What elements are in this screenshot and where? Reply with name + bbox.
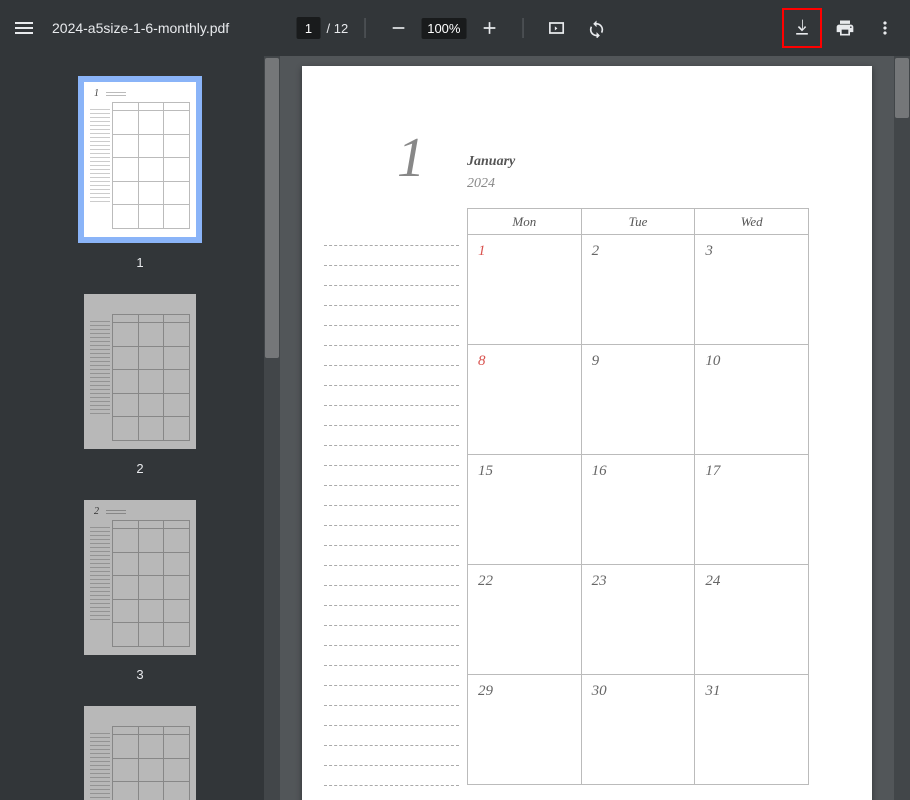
note-line: [324, 446, 459, 466]
minus-icon: [388, 18, 408, 38]
calendar-day-cell: 17: [695, 455, 809, 565]
note-line: [324, 766, 459, 786]
note-line: [324, 266, 459, 286]
sidebar-scrollbar-thumb[interactable]: [265, 58, 279, 358]
calendar-day-cell: 1: [468, 235, 582, 345]
page-thumbnail[interactable]: [84, 294, 196, 449]
calendar-day-cell: 16: [581, 455, 695, 565]
download-highlight: [782, 8, 822, 48]
print-icon: [835, 18, 855, 38]
note-line: [324, 686, 459, 706]
note-line: [324, 606, 459, 626]
download-icon: [792, 18, 812, 38]
calendar-day-cell: 10: [695, 345, 809, 455]
fit-page-button[interactable]: [539, 11, 573, 45]
note-line: [324, 426, 459, 446]
note-line: [324, 406, 459, 426]
rotate-button[interactable]: [579, 11, 613, 45]
menu-button[interactable]: [0, 4, 48, 52]
zoom-out-button[interactable]: [381, 11, 415, 45]
download-button[interactable]: [785, 11, 819, 45]
note-line: [324, 226, 459, 246]
calendar-day-cell: 15: [468, 455, 582, 565]
calendar-day-cell: 2: [581, 235, 695, 345]
zoom-in-button[interactable]: [472, 11, 506, 45]
note-line: [324, 746, 459, 766]
note-line: [324, 246, 459, 266]
page-thumbnail[interactable]: [84, 706, 196, 800]
calendar-day-cell: 29: [468, 675, 582, 785]
calendar-year: 2024: [467, 176, 495, 192]
pdf-content-area[interactable]: 1 January 2024 MonTueWed1238910151617222…: [280, 56, 910, 800]
note-line: [324, 786, 459, 800]
thumbnail-page-number: 1: [136, 255, 143, 270]
note-line: [324, 346, 459, 366]
note-line: [324, 726, 459, 746]
thumbnail-page-number: 2: [136, 461, 143, 476]
note-line: [324, 386, 459, 406]
calendar-day-cell: 3: [695, 235, 809, 345]
note-line: [324, 506, 459, 526]
content-scrollbar-track[interactable]: [894, 56, 910, 800]
calendar-day-cell: 31: [695, 675, 809, 785]
note-line: [324, 326, 459, 346]
page-total-label: / 12: [327, 21, 349, 36]
thumbnail-page-number: 3: [136, 667, 143, 682]
calendar-day-cell: 23: [581, 565, 695, 675]
zoom-level-display[interactable]: 100%: [421, 18, 466, 39]
calendar-month-name: January: [467, 154, 515, 170]
page-thumbnail[interactable]: 2: [84, 500, 196, 655]
content-scrollbar-thumb[interactable]: [895, 58, 909, 118]
note-line: [324, 646, 459, 666]
note-line: [324, 366, 459, 386]
page-thumbnail[interactable]: 1: [78, 76, 202, 243]
note-line: [324, 466, 459, 486]
calendar-grid: MonTueWed1238910151617222324293031: [467, 208, 809, 785]
note-line: [324, 486, 459, 506]
thumbnail-sidebar: 112234: [0, 56, 280, 800]
note-line: [324, 526, 459, 546]
print-button[interactable]: [828, 11, 862, 45]
note-line: [324, 666, 459, 686]
calendar-day-header: Wed: [695, 209, 809, 235]
calendar-day-header: Mon: [468, 209, 582, 235]
pdf-page: 1 January 2024 MonTueWed1238910151617222…: [302, 66, 872, 800]
toolbar-divider: [364, 18, 365, 38]
calendar-day-cell: 9: [581, 345, 695, 455]
page-number-input[interactable]: [297, 17, 321, 39]
plus-icon: [479, 18, 499, 38]
calendar-day-cell: 22: [468, 565, 582, 675]
fit-page-icon: [546, 18, 566, 38]
pdf-toolbar: 2024-a5size-1-6-monthly.pdf / 12 100%: [0, 0, 910, 56]
note-line: [324, 566, 459, 586]
document-filename: 2024-a5size-1-6-monthly.pdf: [52, 20, 229, 36]
rotate-icon: [586, 18, 606, 38]
note-line: [324, 706, 459, 726]
calendar-day-cell: 8: [468, 345, 582, 455]
calendar-month-number: 1: [397, 126, 425, 190]
calendar-day-cell: 24: [695, 565, 809, 675]
note-line: [324, 306, 459, 326]
toolbar-divider: [522, 18, 523, 38]
more-vert-icon: [875, 18, 895, 38]
note-line: [324, 626, 459, 646]
calendar-day-cell: 30: [581, 675, 695, 785]
note-line: [324, 286, 459, 306]
hamburger-icon: [12, 16, 36, 40]
note-line: [324, 546, 459, 566]
calendar-day-header: Tue: [581, 209, 695, 235]
more-actions-button[interactable]: [868, 11, 902, 45]
sidebar-scrollbar-track[interactable]: [264, 56, 280, 800]
note-line: [324, 586, 459, 606]
calendar-notes-area: [324, 226, 459, 800]
